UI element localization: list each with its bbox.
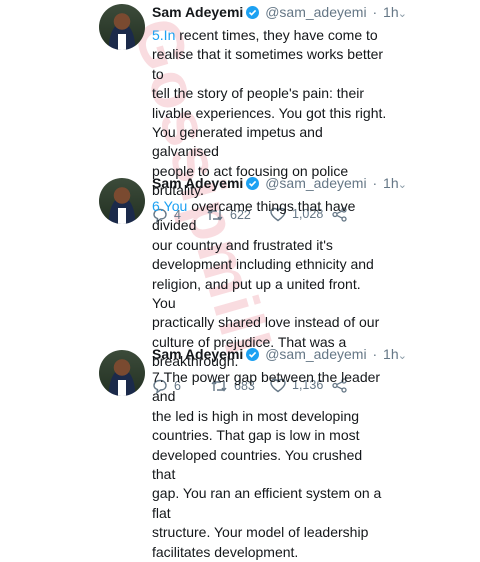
avatar[interactable]: [99, 4, 145, 50]
avatar[interactable]: [99, 178, 145, 224]
author-name[interactable]: Sam Adeyemi: [152, 175, 243, 191]
author-handle[interactable]: @sam_adeyemi: [265, 4, 366, 20]
author-handle[interactable]: @sam_adeyemi: [265, 346, 366, 362]
tweet-time[interactable]: 1h: [383, 4, 399, 20]
avatar[interactable]: [99, 350, 145, 396]
chevron-down-icon[interactable]: ⌄: [398, 349, 407, 362]
tweet-text: 7.The power gap between the leader and t…: [152, 369, 382, 560]
author-handle[interactable]: @sam_adeyemi: [265, 175, 366, 191]
author-name[interactable]: Sam Adeyemi: [152, 4, 243, 20]
verified-badge-icon: [246, 348, 260, 361]
author-name[interactable]: Sam Adeyemi: [152, 346, 243, 362]
chevron-down-icon[interactable]: ⌄: [398, 7, 407, 20]
tweet-header: Sam Adeyemi @sam_adeyemi · 1h ⌄: [152, 175, 407, 191]
tweet-header: Sam Adeyemi @sam_adeyemi · 1h ⌄: [152, 346, 407, 362]
tweet-time[interactable]: 1h: [383, 346, 399, 362]
verified-badge-icon: [246, 177, 260, 190]
tweet-3[interactable]: Sam Adeyemi @sam_adeyemi · 1h ⌄ 7.The po…: [0, 346, 480, 560]
tweet-time[interactable]: 1h: [383, 175, 399, 191]
thread-number: 5.In: [152, 27, 176, 43]
thread-number: 6.You: [152, 198, 188, 214]
verified-badge-icon: [246, 6, 260, 19]
tweet-1[interactable]: Sam Adeyemi @sam_adeyemi · 1h ⌄ 5.In rec…: [0, 0, 480, 223]
chevron-down-icon[interactable]: ⌄: [398, 178, 407, 191]
tweet-header: Sam Adeyemi @sam_adeyemi · 1h ⌄: [152, 4, 407, 20]
tweet-2[interactable]: Sam Adeyemi @sam_adeyemi · 1h ⌄ 6.You ov…: [0, 174, 480, 394]
